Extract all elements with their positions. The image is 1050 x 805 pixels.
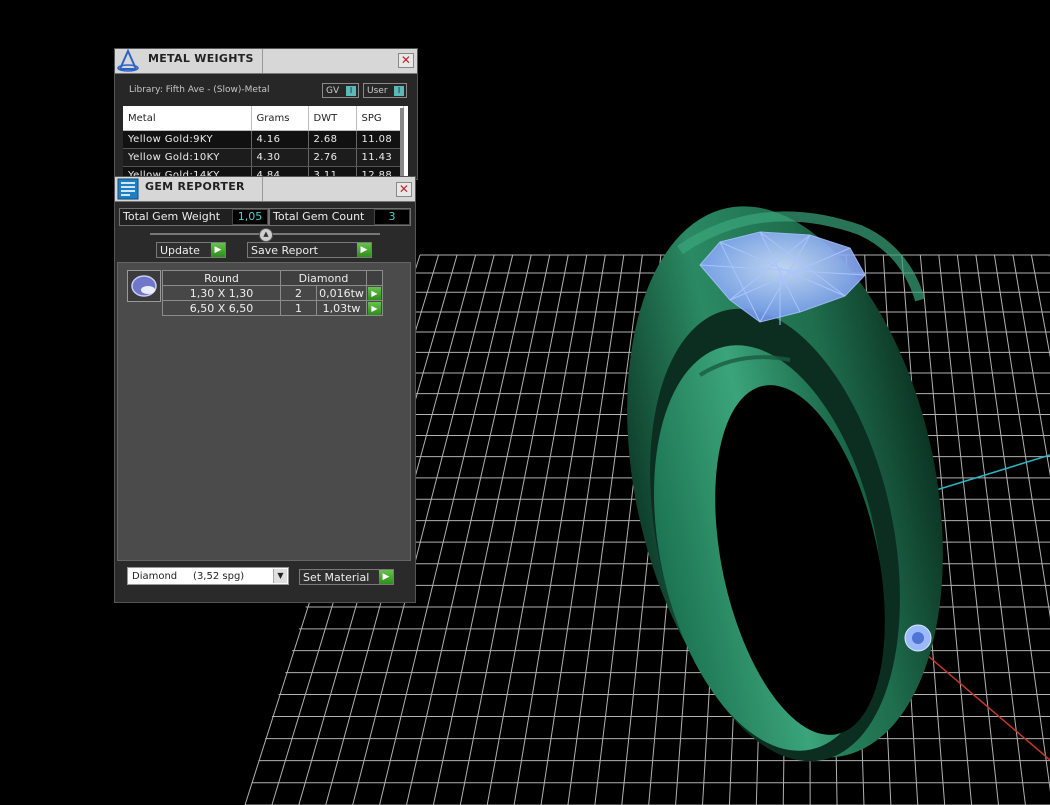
play-arrow-icon: ▶ (368, 286, 381, 300)
table-row[interactable]: Yellow Gold:9KY 4.16 2.68 11.08 (123, 130, 404, 149)
save-report-button[interactable]: Save Report ▶ (247, 242, 372, 258)
gem-row[interactable]: 1,30 X 1,30 2 0,016tw ▶ (162, 285, 383, 301)
total-gem-count-label: Total Gem Count (273, 210, 365, 223)
metal-cell: Yellow Gold:10KY (123, 148, 252, 167)
total-gem-weight-box: Total Gem Weight 1,05 (119, 208, 269, 226)
col-header-dwt[interactable]: DWT (308, 106, 357, 131)
user-toggle-indicator: I (394, 86, 404, 96)
gv-toggle-indicator: I (346, 86, 356, 96)
play-arrow-icon: ▶ (378, 570, 393, 584)
grid-line (1012, 254, 1050, 477)
grams-cell: 4.16 (251, 130, 309, 149)
play-arrow-icon: ▶ (210, 243, 225, 257)
gem-reporter-titlebar[interactable]: GEM REPORTER ✕ (115, 177, 415, 202)
set-material-button-label: Set Material (303, 571, 370, 584)
grid-line (405, 254, 532, 805)
gv-toggle-button[interactable]: GV I (322, 83, 359, 98)
user-toggle-button[interactable]: User I (363, 83, 407, 98)
metal-library-label: Library: Fifth Ave - (Slow)-Metal (129, 85, 270, 95)
dwt-cell: 2.76 (308, 148, 357, 167)
spg-cell: 11.43 (356, 148, 404, 167)
grid-line (432, 254, 551, 805)
gem-shape-header: Round (162, 270, 281, 286)
table-scrollbar[interactable] (400, 108, 404, 176)
gem-row-select-button[interactable]: ▶ (366, 285, 383, 301)
update-button-label: Update (160, 244, 200, 257)
side-gem[interactable] (904, 624, 932, 652)
col-header-grams[interactable]: Grams (251, 106, 309, 131)
gem-count-cell: 1 (280, 300, 317, 316)
spg-cell: 11.08 (356, 130, 404, 149)
grid-line (513, 254, 606, 805)
gem-weight-cell: 1,03tw (316, 300, 367, 316)
dwt-cell: 2.68 (308, 130, 357, 149)
update-button[interactable]: Update ▶ (156, 242, 226, 258)
titlebar-divider (262, 177, 263, 201)
gem-reporter-panel: GEM REPORTER ✕ Total Gem Weight 1,05 Tot… (114, 176, 416, 603)
gem-list-area: Round Diamond 1,30 X 1,30 2 0,016tw ▶ 6,… (117, 262, 411, 561)
titlebar-divider (262, 49, 263, 73)
gem-reporter-close-button[interactable]: ✕ (396, 182, 412, 197)
grams-cell: 4.30 (251, 148, 309, 167)
gem-material-header: Diamond (280, 270, 367, 286)
grid-line (938, 254, 1000, 805)
gem-reporter-title: GEM REPORTER (145, 180, 245, 193)
col-header-spg[interactable]: SPG (356, 106, 404, 131)
gem-table: Round Diamond 1,30 X 1,30 2 0,016tw ▶ 6,… (162, 270, 383, 316)
round-diamond-icon[interactable] (127, 270, 161, 302)
grid-line (459, 254, 569, 805)
grid-line (540, 254, 625, 805)
metal-cell: Yellow Gold:9KY (123, 130, 252, 149)
collapse-toggle-icon[interactable]: ▲ (259, 228, 273, 242)
gem-size-cell: 1,30 X 1,30 (162, 285, 281, 301)
gem-count-cell: 2 (280, 285, 317, 301)
play-arrow-icon: ▶ (356, 243, 371, 257)
metal-weights-title: METAL WEIGHTS (148, 52, 254, 65)
table-row[interactable]: Yellow Gold:10KY 4.30 2.76 11.43 (123, 148, 404, 167)
user-toggle-label: User (367, 86, 388, 96)
chevron-down-icon[interactable]: ▼ (273, 569, 287, 583)
grid-line (956, 254, 1026, 805)
set-material-button[interactable]: Set Material ▶ (299, 569, 394, 585)
metal-weights-logo-icon (117, 49, 139, 72)
total-gem-weight-label: Total Gem Weight (123, 210, 221, 223)
material-select[interactable]: Diamond (3,52 spg) ▼ (127, 567, 289, 585)
material-select-value: Diamond (3,52 spg) (132, 571, 245, 582)
metal-weights-panel: METAL WEIGHTS ✕ Library: Fifth Ave - (Sl… (114, 48, 418, 180)
grid-line (975, 254, 1050, 792)
col-header-metal[interactable]: Metal (123, 106, 252, 131)
grid-line (486, 254, 588, 805)
total-gem-count-value: 3 (374, 209, 410, 225)
metal-weights-titlebar[interactable]: METAL WEIGHTS ✕ (115, 49, 417, 74)
gv-toggle-label: GV (326, 86, 340, 96)
gem-row-select-button[interactable]: ▶ (366, 300, 383, 316)
total-gem-weight-value: 1,05 (232, 209, 268, 225)
gem-weight-cell: 0,016tw (316, 285, 367, 301)
metal-weights-table: Metal Grams DWT SPG Yellow Gold:9KY 4.16… (123, 106, 408, 178)
total-gem-count-box: Total Gem Count 3 (269, 208, 411, 226)
gem-reporter-logo-icon (117, 178, 139, 200)
grid-line (993, 254, 1050, 619)
metal-weights-close-button[interactable]: ✕ (398, 53, 414, 68)
gem-size-cell: 6,50 X 6,50 (162, 300, 281, 316)
save-report-button-label: Save Report (251, 244, 318, 257)
play-arrow-icon: ▶ (368, 301, 381, 315)
gem-row[interactable]: 6,50 X 6,50 1 1,03tw ▶ (162, 300, 383, 316)
header-spacer (366, 270, 383, 286)
